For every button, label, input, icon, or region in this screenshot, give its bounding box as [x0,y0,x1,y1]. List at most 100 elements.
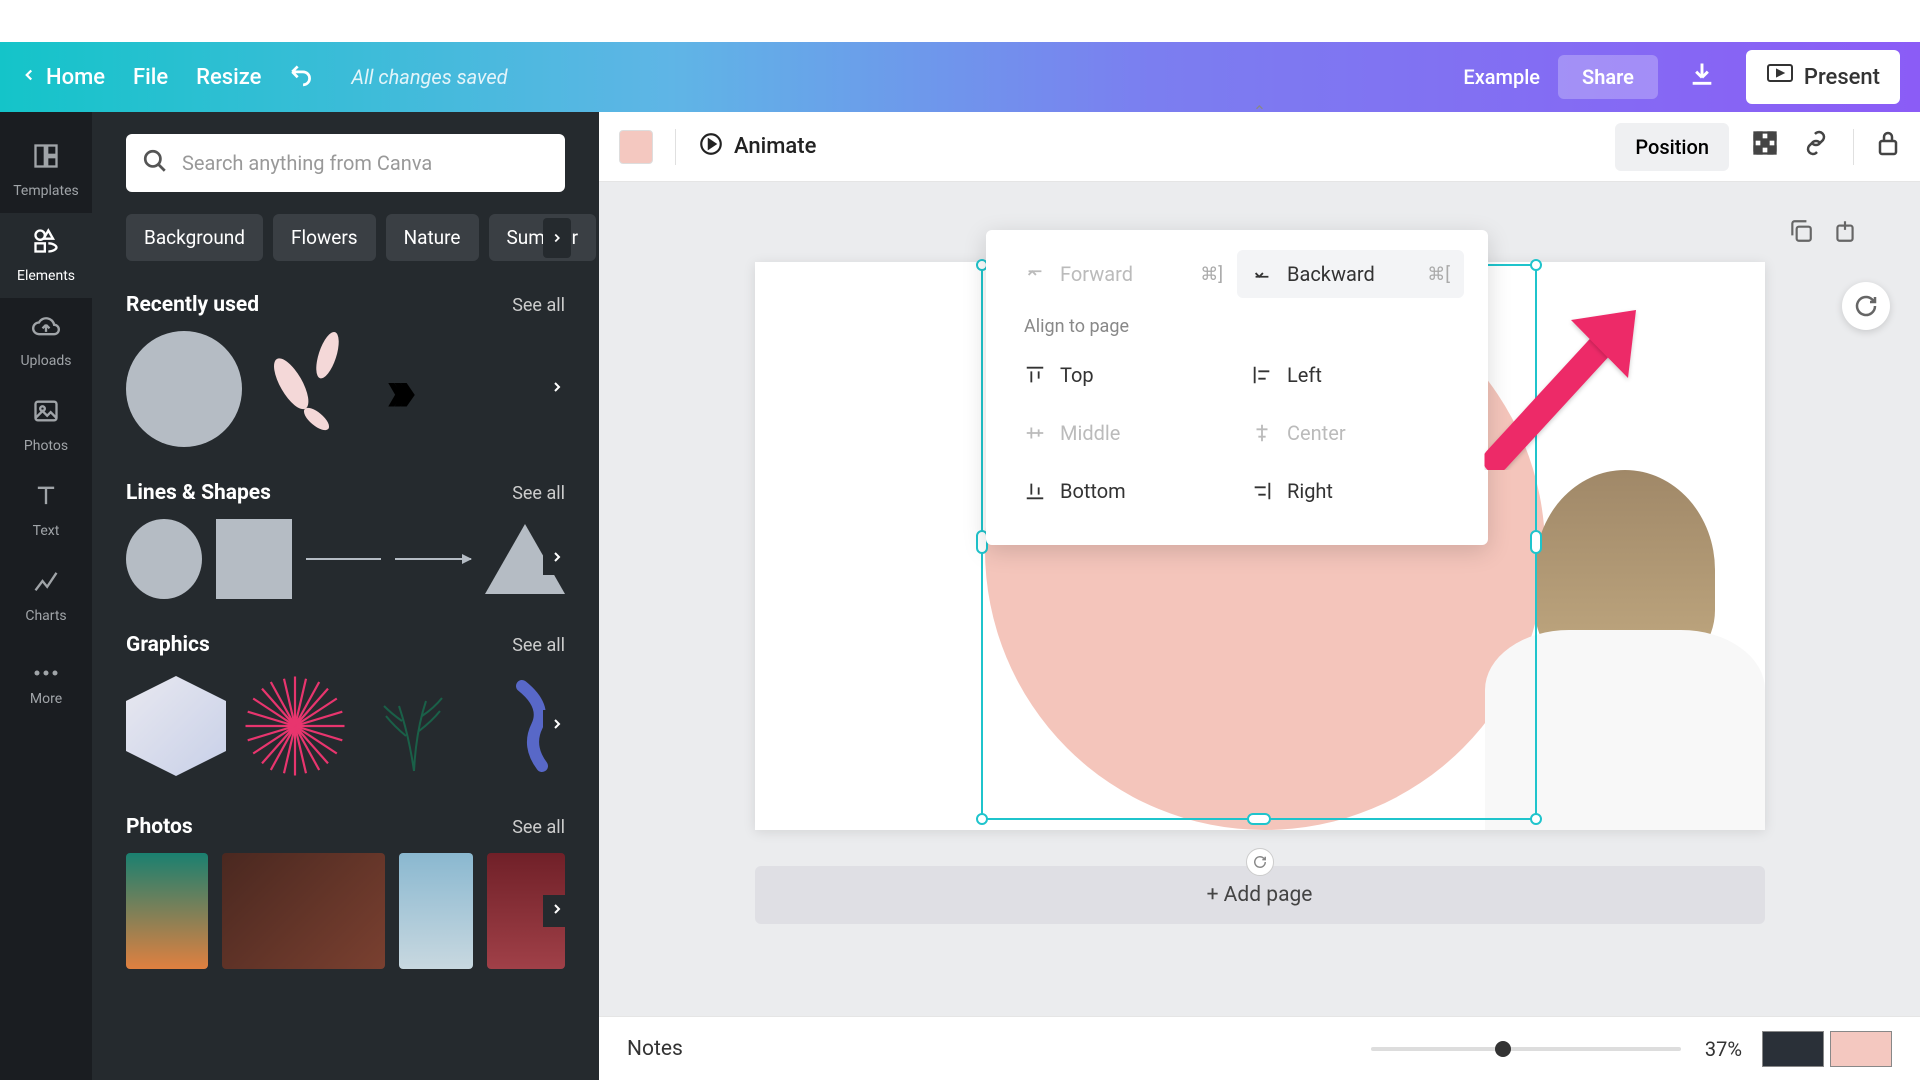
undo-icon[interactable] [289,61,315,93]
popup-align-bottom[interactable]: Bottom [1010,467,1237,515]
see-all-shapes[interactable]: See all [512,483,565,504]
notes-button[interactable]: Notes [627,1037,683,1061]
popup-align-middle: Middle [1010,409,1237,457]
chip-nature[interactable]: Nature [386,214,479,261]
graphic-plant[interactable] [364,671,464,781]
text-icon [32,482,60,517]
nav-label: Photos [24,438,68,454]
toolbar-divider [675,129,676,165]
home-label: Home [46,65,105,90]
shape-square[interactable] [216,519,292,599]
canvas-viewport[interactable]: Forward ⌘] Backward ⌘[ Align to page Top [599,182,1920,1016]
row-scroll-right[interactable] [543,710,571,742]
chip-background[interactable]: Background [126,214,263,261]
nav-photos[interactable]: Photos [0,383,92,468]
photos-thumbs [126,853,565,969]
panel-collapse-handle[interactable] [591,692,599,752]
chevron-up-icon[interactable]: ⌃ [1253,102,1266,121]
popup-align-top[interactable]: Top [1010,351,1237,399]
add-page-button[interactable]: + Add page [755,866,1765,924]
page-thumb-1[interactable] [1762,1031,1824,1067]
resize-menu[interactable]: Resize [196,65,261,90]
photo-thumb[interactable] [222,853,385,969]
popup-align-left[interactable]: Left [1237,351,1464,399]
nav-label: Uploads [20,353,71,369]
graphic-burst[interactable] [240,671,350,781]
forward-shortcut: ⌘] [1200,264,1223,285]
browser-whitespace [0,0,1920,42]
photo-thumb[interactable] [399,853,473,969]
nav-more[interactable]: More [0,638,92,721]
row-scroll-right[interactable] [543,373,571,405]
nav-label: Elements [17,268,75,284]
file-menu[interactable]: File [133,65,168,90]
forward-label: Forward [1060,262,1133,286]
present-button[interactable]: Present [1746,50,1900,104]
page-refresh-icon[interactable] [1246,848,1274,876]
zoom-slider[interactable] [1371,1047,1681,1051]
align-center-label: Center [1287,421,1346,445]
chevron-left-icon [20,65,38,90]
resize-handle-bl[interactable] [976,813,988,825]
link-icon[interactable] [1801,130,1831,163]
nav-text[interactable]: Text [0,468,92,553]
share-button[interactable]: Share [1558,55,1658,99]
nav-templates[interactable]: Templates [0,128,92,213]
photo-thumb[interactable] [126,853,208,969]
row-scroll-right[interactable] [543,543,571,575]
recent-thumbs: ››› [126,331,565,447]
element-streaks[interactable] [256,331,372,447]
home-link[interactable]: Home [20,65,105,90]
resize-handle-tr[interactable] [1530,259,1542,271]
fill-color-swatch[interactable] [619,130,653,164]
app-header: Home File Resize All changes saved Examp… [0,42,1920,112]
shape-line[interactable] [306,558,382,560]
position-button[interactable]: Position [1615,123,1729,171]
section-graphics: Graphics [126,633,210,657]
chip-scroll-right[interactable] [543,218,571,258]
download-icon[interactable] [1676,52,1728,103]
element-chevrons[interactable]: ››› [386,354,405,425]
see-all-photos[interactable]: See all [512,817,565,838]
search-box[interactable] [126,134,565,192]
nav-elements[interactable]: Elements [0,213,92,298]
align-left-icon [1251,364,1273,386]
resize-handle-br[interactable] [1530,813,1542,825]
popup-backward[interactable]: Backward ⌘[ [1237,250,1464,298]
resize-handle-bm[interactable] [1247,813,1271,825]
page-thumb-2[interactable] [1830,1031,1892,1067]
animate-button[interactable]: Animate [698,131,816,163]
shape-arrow[interactable] [395,558,471,560]
element-circle[interactable] [126,331,242,447]
save-status: All changes saved [351,65,507,89]
align-section-label: Align to page [1010,308,1464,351]
nav-charts[interactable]: Charts [0,553,92,638]
resize-handle-mr[interactable] [1530,530,1542,554]
transparency-icon[interactable] [1751,129,1779,164]
animate-label: Animate [734,134,816,159]
popup-align-right[interactable]: Right [1237,467,1464,515]
add-page-above-icon[interactable] [1832,218,1858,250]
lock-icon[interactable] [1876,129,1900,164]
shape-circle[interactable] [126,519,202,599]
nav-label: Text [33,523,60,539]
uploads-icon [32,312,60,347]
elements-panel: Background Flowers Nature Summer Recentl… [92,112,599,1080]
chip-flowers[interactable]: Flowers [273,214,376,261]
nav-uploads[interactable]: Uploads [0,298,92,383]
see-all-graphics[interactable]: See all [512,635,565,656]
example-label[interactable]: Example [1463,65,1540,89]
align-top-label: Top [1060,363,1094,387]
search-input[interactable] [182,151,549,175]
align-left-label: Left [1287,363,1322,387]
add-page-label: + Add page [1207,883,1313,907]
duplicate-page-icon[interactable] [1788,218,1814,250]
charts-icon [32,567,60,602]
graphic-isometric[interactable] [126,671,226,781]
see-all-recent[interactable]: See all [512,295,565,316]
row-scroll-right[interactable] [543,895,571,927]
refresh-button[interactable] [1842,282,1890,330]
align-bottom-label: Bottom [1060,479,1126,503]
zoom-thumb[interactable] [1495,1041,1511,1057]
bottom-bar: ⌃ Notes 37% [599,1016,1920,1080]
